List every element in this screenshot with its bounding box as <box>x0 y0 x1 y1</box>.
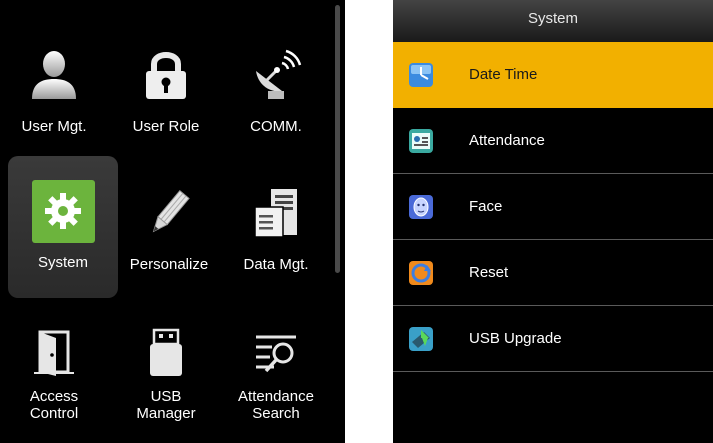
menu-item-label: Reset <box>469 264 509 281</box>
face-icon <box>407 193 435 221</box>
tile-label: System <box>37 254 88 271</box>
menu-item-face[interactable]: Face <box>393 174 713 240</box>
reset-icon <box>407 259 435 287</box>
tile-label: Attendance Search <box>238 388 314 422</box>
menu-item-label: USB Upgrade <box>469 330 562 347</box>
tile-user-role[interactable]: User Role <box>112 18 220 158</box>
tile-user-mgt[interactable]: User Mgt. <box>0 18 108 158</box>
tile-usb-manager[interactable]: USB Manager <box>112 300 220 440</box>
pencil-icon <box>129 174 209 252</box>
menu-item-date-time[interactable]: Date Time <box>393 42 713 108</box>
tile-label: USB Manager <box>136 388 196 422</box>
menu-item-attendance[interactable]: Attendance <box>393 108 713 174</box>
clock-icon <box>407 61 435 89</box>
menu-item-usb-upgrade[interactable]: USB Upgrade <box>393 306 713 372</box>
tile-label: Access Control <box>29 388 79 422</box>
lock-icon <box>126 36 206 114</box>
attendance-search-icon <box>236 322 316 384</box>
tile-label: User Role <box>132 118 200 135</box>
menu-item-label: Date Time <box>469 66 538 83</box>
tile-comm[interactable]: COMM. <box>222 18 330 158</box>
tile-label: Data Mgt. <box>243 256 309 273</box>
data-management-icon <box>236 174 316 252</box>
door-icon <box>14 322 94 384</box>
tile-label: User Mgt. <box>21 118 87 135</box>
menu-item-reset[interactable]: Reset <box>393 240 713 306</box>
usb-upgrade-icon <box>407 325 435 353</box>
scrollbar-thumb[interactable] <box>335 5 340 273</box>
user-icon <box>14 36 94 114</box>
tile-personalize[interactable]: Personalize <box>115 156 223 296</box>
tile-icon-wrapper <box>23 172 103 250</box>
gear-icon <box>31 179 95 243</box>
menu-item-label: Attendance <box>469 132 545 149</box>
main-menu-scrollbar[interactable] <box>332 0 345 443</box>
tile-label: COMM. <box>250 118 302 135</box>
menu-item-label: Face <box>469 198 503 215</box>
tile-system[interactable]: System <box>8 156 118 298</box>
attendance-icon <box>407 127 435 155</box>
tile-attendance-search[interactable]: Attendance Search <box>222 300 330 440</box>
usb-drive-icon <box>126 322 206 384</box>
system-menu: System Date Time Attendance Face Reset U… <box>393 0 713 443</box>
main-menu: User Mgt. User Role COMM. System Persona… <box>0 0 345 443</box>
system-menu-title: System <box>393 0 713 42</box>
tile-access-control[interactable]: Access Control <box>0 300 108 440</box>
tile-label: Personalize <box>129 256 209 273</box>
tile-data-mgt[interactable]: Data Mgt. <box>222 156 330 296</box>
satellite-dish-icon <box>236 36 316 114</box>
